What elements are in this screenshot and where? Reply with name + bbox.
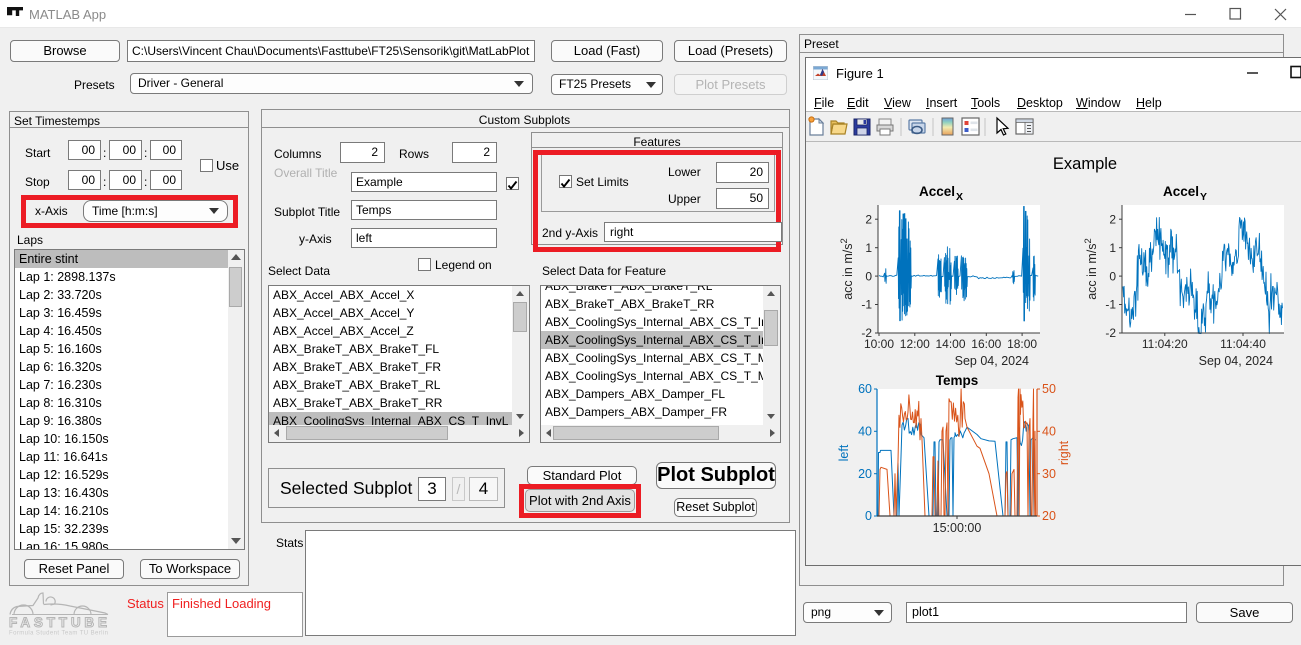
svg-text:-1: -1 [861, 298, 872, 312]
svg-text:2: 2 [1109, 212, 1116, 226]
svg-text:FASTTUBE: FASTTUBE [9, 615, 108, 630]
svg-text:right: right [1057, 440, 1071, 465]
svg-text:-2: -2 [1105, 326, 1116, 340]
svg-text:1: 1 [865, 241, 872, 255]
svg-text:Temps: Temps [936, 373, 979, 388]
svg-text:-1: -1 [1105, 298, 1116, 312]
svg-text:acc in m/s2: acc in m/s2 [839, 238, 855, 300]
svg-text:0: 0 [1109, 269, 1116, 283]
svg-text:11:04:20: 11:04:20 [1142, 337, 1188, 351]
svg-text:16:00: 16:00 [971, 337, 1001, 351]
svg-text:Example: Example [1053, 155, 1117, 173]
svg-text:Sep 04, 2024: Sep 04, 2024 [1199, 354, 1273, 368]
svg-text:Formula Student Team TU Berlin: Formula Student Team TU Berlin [9, 631, 108, 637]
svg-text:0: 0 [865, 509, 872, 523]
svg-text:Accel: Accel [1163, 184, 1199, 199]
svg-text:left: left [837, 444, 851, 461]
svg-text:60: 60 [858, 382, 872, 396]
svg-text:30: 30 [1042, 467, 1056, 481]
svg-text:1: 1 [1109, 241, 1116, 255]
svg-text:11:04:40: 11:04:40 [1220, 337, 1266, 351]
svg-text:0: 0 [865, 269, 872, 283]
svg-text:20: 20 [1042, 509, 1056, 523]
svg-text:10:00: 10:00 [864, 337, 894, 351]
svg-text:50: 50 [1042, 382, 1056, 396]
svg-text:Sep 04, 2024: Sep 04, 2024 [955, 354, 1029, 368]
svg-text:Accel: Accel [919, 184, 955, 199]
svg-text:X: X [956, 191, 963, 203]
svg-text:2: 2 [865, 212, 872, 226]
svg-text:Y: Y [1200, 191, 1207, 203]
svg-text:40: 40 [858, 425, 872, 439]
svg-text:12:00: 12:00 [900, 337, 930, 351]
svg-text:14:00: 14:00 [935, 337, 965, 351]
svg-text:40: 40 [1042, 425, 1056, 439]
svg-text:20: 20 [858, 467, 872, 481]
svg-text:15:00:00: 15:00:00 [933, 521, 982, 535]
svg-text:acc in m/s2: acc in m/s2 [1083, 238, 1099, 300]
svg-text:18:00: 18:00 [1007, 337, 1037, 351]
